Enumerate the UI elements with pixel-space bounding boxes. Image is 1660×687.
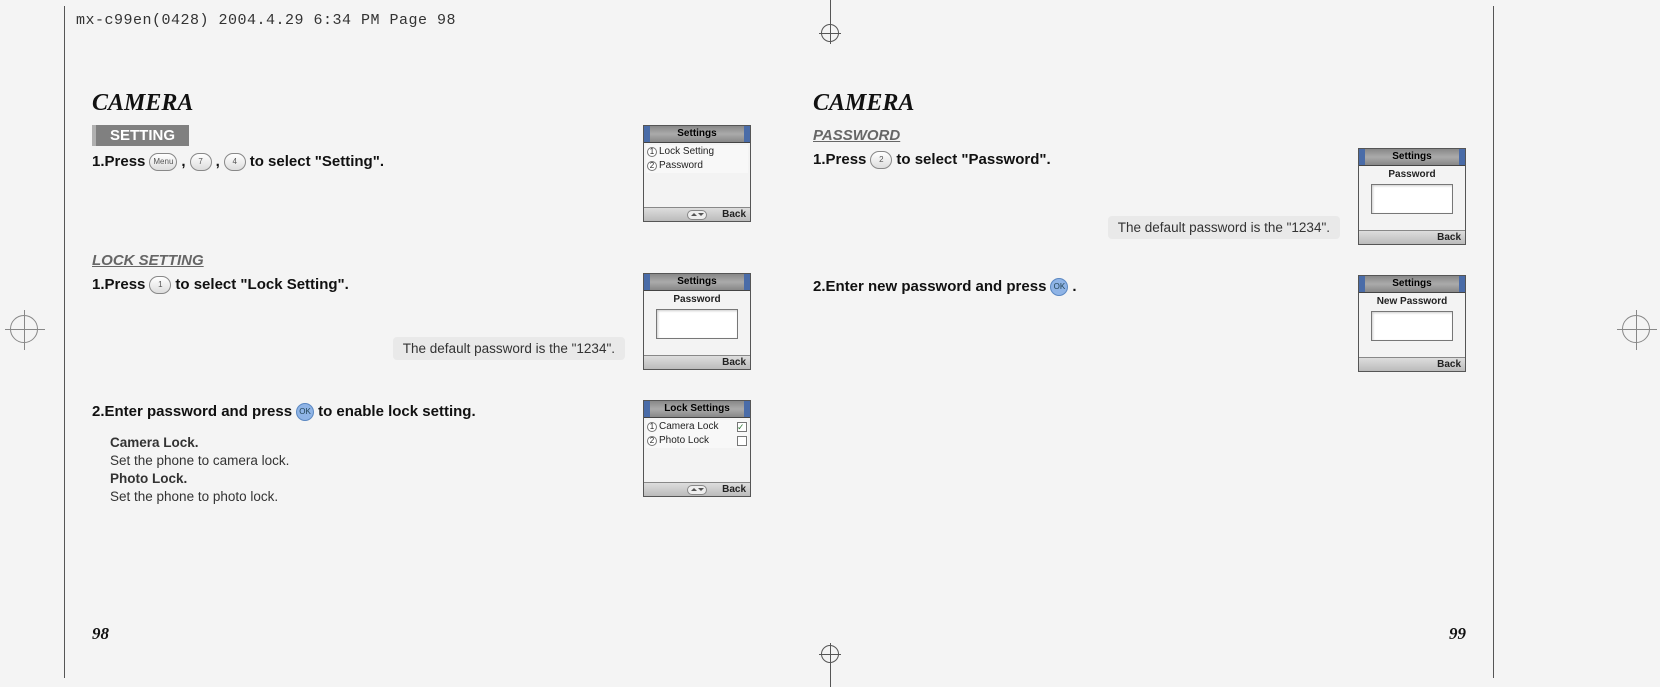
screenshot-new-password: Settings New Password Back — [1358, 275, 1466, 372]
password-field — [1371, 311, 1453, 341]
scroll-indicator-icon — [687, 485, 707, 495]
list-item: 1Lock Setting — [646, 145, 748, 159]
page-99: CAMERA PASSWORD 1.Press 2 to select "Pas… — [779, 80, 1494, 640]
phone-footer: Back — [1359, 357, 1465, 371]
key-7-icon: 7 — [190, 153, 212, 171]
phone-title: Settings — [1359, 276, 1465, 293]
page-98: CAMERA SETTING 1.Press Menu, 7, 4 to sel… — [64, 80, 779, 640]
instr-text: 1.Press — [92, 150, 145, 174]
password-field — [1371, 184, 1453, 214]
instr-text: to enable lock setting. — [318, 400, 476, 424]
instr-text: to select "Setting". — [250, 150, 384, 174]
page-number: 99 — [1449, 624, 1466, 644]
back-softkey: Back — [1437, 358, 1461, 372]
section-tab-setting: SETTING — [92, 125, 189, 146]
phone-title: Lock Settings — [644, 401, 750, 418]
default-password-note: The default password is the "1234". — [1108, 216, 1340, 239]
sub-heading-password: PASSWORD — [813, 127, 1466, 144]
checkbox-unchecked-icon — [737, 436, 747, 446]
step-password-2: 2.Enter new password and press OK . — [813, 275, 1340, 299]
step-lock-1: 1.Press 1 to select "Lock Setting". — [92, 273, 625, 297]
key-4-icon: 4 — [224, 153, 246, 171]
camera-lock-text: Set the phone to camera lock. — [110, 452, 625, 470]
ok-key-icon: OK — [1050, 278, 1068, 296]
lock-descriptions: Camera Lock. Set the phone to camera loc… — [92, 434, 625, 506]
photo-lock-title: Photo Lock. — [110, 471, 187, 486]
step-setting-1: 1.Press Menu, 7, 4 to select "Setting". — [92, 150, 625, 174]
instr-text: to select "Password". — [896, 148, 1050, 172]
instr-text: . — [1072, 275, 1076, 299]
back-softkey: Back — [722, 483, 746, 497]
phone-footer: Back — [1359, 230, 1465, 244]
photo-lock-text: Set the phone to photo lock. — [110, 488, 625, 506]
step-lock-2: 2.Enter password and press OK to enable … — [92, 400, 625, 424]
subsection-password: PASSWORD 1.Press 2 to select "Password".… — [813, 127, 1466, 245]
screenshot-settings-list: Settings 1Lock Setting 2Password Back — [643, 125, 751, 222]
back-softkey: Back — [1437, 231, 1461, 245]
instr-text: to select "Lock Setting". — [175, 273, 348, 297]
phone-subtitle: Password — [1388, 168, 1435, 182]
crop-mark-right — [1622, 315, 1650, 343]
page-title: CAMERA — [813, 90, 1466, 117]
phone-footer: Back — [644, 355, 750, 369]
crop-mark-left — [10, 315, 38, 343]
list-item: 1Camera Lock — [646, 420, 748, 434]
instr-text: 1.Press — [92, 273, 145, 297]
subsection-lock-setting: LOCK SETTING 1.Press 1 to select "Lock S… — [92, 252, 751, 370]
camera-lock-title: Camera Lock. — [110, 435, 199, 450]
default-password-note: The default password is the "1234". — [393, 337, 625, 360]
step-password-2-block: 2.Enter new password and press OK . Sett… — [813, 275, 1466, 372]
phone-subtitle: New Password — [1377, 295, 1448, 309]
screenshot-password-input: Settings Password Back — [643, 273, 751, 370]
page-spread: CAMERA SETTING 1.Press Menu, 7, 4 to sel… — [64, 80, 1494, 640]
print-slug: mx-c99en(0428) 2004.4.29 6:34 PM Page 98 — [76, 12, 456, 29]
crop-mark-top — [829, 0, 831, 40]
phone-title: Settings — [644, 126, 750, 143]
scroll-indicator-icon — [687, 210, 707, 220]
instr-text: 1.Press — [813, 148, 866, 172]
phone-title: Settings — [1359, 149, 1465, 166]
crop-mark-bottom — [829, 645, 831, 685]
phone-footer: Back — [644, 207, 750, 221]
menu-key-icon: Menu — [149, 153, 177, 171]
instr-text: 2.Enter new password and press — [813, 275, 1046, 299]
list-item: 2Photo Lock — [646, 434, 748, 448]
checkbox-checked-icon — [737, 422, 747, 432]
instr-text: 2.Enter password and press — [92, 400, 292, 424]
page-number: 98 — [92, 624, 109, 644]
page-title: CAMERA — [92, 90, 751, 117]
phone-subtitle: Password — [673, 293, 720, 307]
screenshot-lock-settings: Lock Settings 1Camera Lock 2Photo Lock — [643, 400, 751, 497]
password-field — [656, 309, 738, 339]
screenshot-password-input: Settings Password Back — [1358, 148, 1466, 245]
back-softkey: Back — [722, 208, 746, 222]
step-password-1: 1.Press 2 to select "Password". — [813, 148, 1340, 172]
ok-key-icon: OK — [296, 403, 314, 421]
section-setting: SETTING 1.Press Menu, 7, 4 to select "Se… — [92, 125, 751, 222]
back-softkey: Back — [722, 356, 746, 370]
phone-footer: Back — [644, 482, 750, 496]
phone-title: Settings — [644, 274, 750, 291]
step-lock-2-block: 2.Enter password and press OK to enable … — [92, 400, 751, 506]
list-item: 2Password — [646, 159, 748, 173]
sub-heading-lock: LOCK SETTING — [92, 252, 751, 269]
key-2-icon: 2 — [870, 151, 892, 169]
key-1-icon: 1 — [149, 276, 171, 294]
